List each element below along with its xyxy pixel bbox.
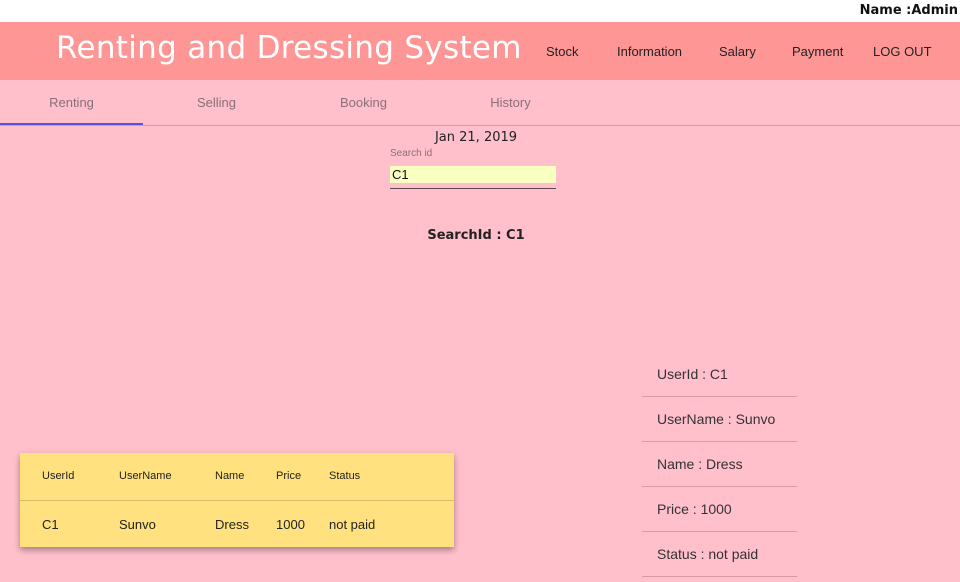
- top-bar: Name :Admin: [0, 0, 960, 22]
- cell-username: Sunvo: [119, 517, 156, 532]
- app-title: Renting and Dressing System: [56, 30, 522, 66]
- user-name-label: Name :Admin: [859, 3, 958, 18]
- search-id-label: Search id: [390, 148, 433, 159]
- details-panel: UserId : C1 UserName : Sunvo Name : Dres…: [642, 352, 797, 577]
- search-result-text: SearchId : C1: [427, 228, 525, 243]
- header-price: Price: [276, 470, 302, 482]
- nav-salary[interactable]: Salary: [719, 44, 756, 59]
- header-name: Name: [215, 470, 245, 482]
- tab-renting[interactable]: Renting: [0, 80, 143, 125]
- app-header: Renting and Dressing System Stock Inform…: [0, 22, 960, 80]
- tab-bar: Renting Selling Booking History: [0, 80, 960, 126]
- nav-stock[interactable]: Stock: [546, 44, 579, 59]
- current-date: Jan 21, 2019: [434, 130, 518, 145]
- tab-booking[interactable]: Booking: [292, 80, 435, 125]
- logout-button[interactable]: LOG OUT: [873, 44, 932, 59]
- cell-status: not paid: [329, 517, 376, 532]
- search-id-input[interactable]: [390, 166, 556, 183]
- nav-payment[interactable]: Payment: [792, 44, 843, 59]
- header-status: Status: [329, 470, 361, 482]
- detail-price: Price : 1000: [642, 487, 797, 532]
- tab-history[interactable]: History: [439, 80, 582, 125]
- header-username: UserName: [119, 470, 172, 482]
- cell-price: 1000: [276, 517, 305, 532]
- header-userid: UserId: [42, 470, 75, 482]
- detail-name: Name : Dress: [642, 442, 797, 487]
- detail-status: Status : not paid: [642, 532, 797, 577]
- tab-selling[interactable]: Selling: [145, 80, 288, 125]
- cell-name: Dress: [215, 517, 249, 532]
- detail-username: UserName : Sunvo: [642, 397, 797, 442]
- cell-userid: C1: [42, 517, 59, 532]
- active-tab-indicator: [0, 123, 143, 125]
- table-row[interactable]: C1 Sunvo Dress 1000 not paid: [20, 501, 454, 548]
- table-header: UserId UserName Name Price Status: [20, 453, 454, 501]
- nav-information[interactable]: Information: [617, 44, 682, 59]
- renting-table: UserId UserName Name Price Status C1 Sun…: [20, 453, 454, 547]
- detail-userid: UserId : C1: [642, 352, 797, 397]
- main-content: Renting Selling Booking History Jan 21, …: [0, 80, 960, 582]
- search-input-underline: [390, 188, 556, 189]
